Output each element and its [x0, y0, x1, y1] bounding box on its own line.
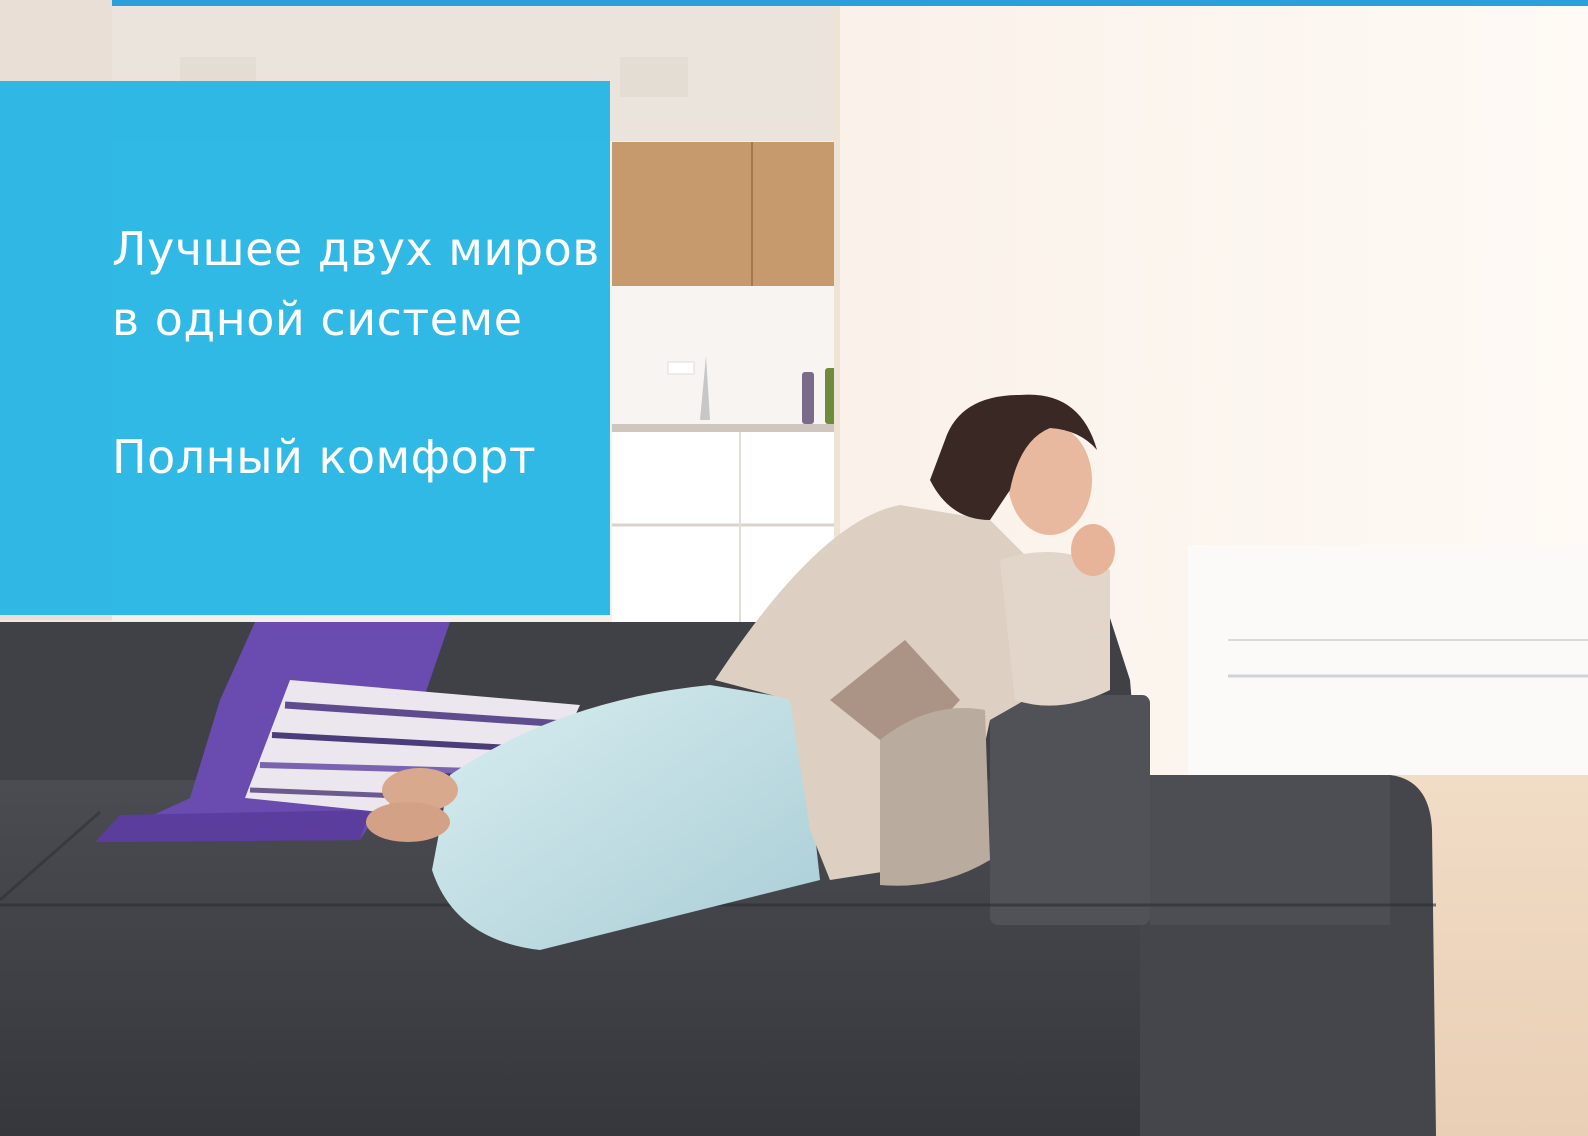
headline-line-2: в одной системе	[112, 292, 523, 346]
subheadline: Полный комфорт	[112, 430, 537, 484]
radiator	[1188, 545, 1588, 775]
top-accent-rule	[112, 0, 1588, 6]
headline: Лучшее двух миров в одной системе	[112, 214, 600, 354]
sofa-armrest	[990, 695, 1150, 925]
kitchen-cabinets	[612, 142, 838, 286]
headline-line-1: Лучшее двух миров	[112, 222, 600, 276]
